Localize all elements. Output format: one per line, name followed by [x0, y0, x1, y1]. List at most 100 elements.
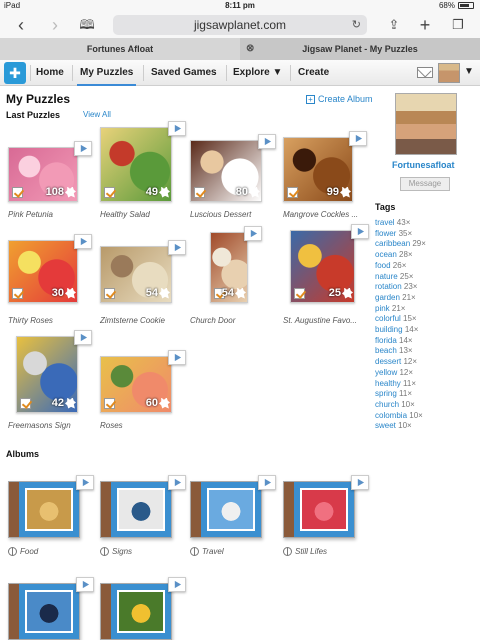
forward-icon[interactable]: ›: [44, 15, 66, 35]
tag-item[interactable]: ocean 28×: [375, 250, 413, 259]
tag-name[interactable]: spring: [375, 389, 399, 398]
tag-item[interactable]: caribbean 29×: [375, 239, 426, 248]
puzzle-title[interactable]: Healthy Salad: [100, 210, 150, 219]
tag-item[interactable]: colombia 10×: [375, 411, 423, 420]
puzzle-title[interactable]: Zimtsterne Cookie: [100, 316, 165, 325]
play-icon[interactable]: [349, 131, 367, 146]
mail-icon[interactable]: [417, 67, 433, 78]
tag-item[interactable]: healthy 11×: [375, 379, 416, 388]
album-cover[interactable]: [283, 481, 355, 538]
tag-item[interactable]: sweet 10×: [375, 421, 412, 430]
puzzle-title[interactable]: Pink Petunia: [8, 210, 53, 219]
tag-name[interactable]: caribbean: [375, 239, 412, 248]
album-cover[interactable]: [190, 481, 262, 538]
tag-name[interactable]: rotation: [375, 282, 404, 291]
message-button[interactable]: Message: [400, 177, 450, 191]
tag-name[interactable]: colorful: [375, 314, 403, 323]
album-title[interactable]: Still Lifes: [283, 547, 327, 556]
play-icon[interactable]: [168, 240, 186, 255]
tag-item[interactable]: dessert 12×: [375, 357, 417, 366]
puzzle-title[interactable]: Freemasons Sign: [8, 421, 71, 430]
tag-name[interactable]: food: [375, 261, 393, 270]
tag-item[interactable]: food 26×: [375, 261, 406, 270]
album-cover[interactable]: [8, 481, 80, 538]
tabs-icon[interactable]: ❐: [447, 15, 469, 35]
play-icon[interactable]: [74, 234, 92, 249]
tab-fortunes-afloat[interactable]: Fortunes Afloat: [0, 38, 240, 60]
tag-name[interactable]: beach: [375, 346, 399, 355]
puzzle-title[interactable]: Thirty Roses: [8, 316, 53, 325]
tag-name[interactable]: sweet: [375, 421, 398, 430]
tag-name[interactable]: travel: [375, 218, 397, 227]
profile-photo[interactable]: [395, 93, 457, 155]
tag-item[interactable]: pink 21×: [375, 304, 405, 313]
tag-name[interactable]: flower: [375, 229, 399, 238]
play-icon[interactable]: [168, 121, 186, 136]
tag-item[interactable]: colorful 15×: [375, 314, 417, 323]
album-cover[interactable]: [100, 583, 172, 640]
puzzle-title[interactable]: Church Door: [190, 316, 235, 325]
tag-name[interactable]: garden: [375, 293, 402, 302]
tag-item[interactable]: nature 25×: [375, 272, 413, 281]
create-album-link[interactable]: + Create Album: [306, 94, 373, 104]
play-icon[interactable]: [244, 226, 262, 241]
tag-item[interactable]: yellow 12×: [375, 368, 413, 377]
play-icon[interactable]: [168, 475, 186, 490]
tag-item[interactable]: beach 13×: [375, 346, 413, 355]
tag-name[interactable]: dessert: [375, 357, 403, 366]
tag-name[interactable]: florida: [375, 336, 399, 345]
tag-item[interactable]: building 14×: [375, 325, 418, 334]
nav-saved-games[interactable]: Saved Games: [151, 60, 217, 86]
reload-icon[interactable]: ↻: [352, 15, 361, 35]
play-icon[interactable]: [74, 330, 92, 345]
avatar[interactable]: [438, 63, 460, 83]
view-all-link[interactable]: View All: [83, 110, 111, 119]
nav-explore[interactable]: Explore ▼: [233, 60, 282, 86]
tag-name[interactable]: building: [375, 325, 405, 334]
play-icon[interactable]: [168, 577, 186, 592]
play-icon[interactable]: [258, 134, 276, 149]
nav-my-puzzles[interactable]: My Puzzles: [77, 60, 137, 86]
tag-item[interactable]: florida 14×: [375, 336, 413, 345]
tag-name[interactable]: ocean: [375, 250, 399, 259]
album-title[interactable]: Signs: [100, 547, 132, 556]
tag-name[interactable]: church: [375, 400, 401, 409]
chevron-down-icon[interactable]: ▼: [464, 66, 474, 77]
puzzle-title[interactable]: Mangrove Cockles ...: [283, 210, 358, 219]
tag-item[interactable]: flower 35×: [375, 229, 412, 238]
puzzle-title[interactable]: St. Augustine Favo...: [283, 316, 357, 325]
tag-item[interactable]: church 10×: [375, 400, 415, 409]
tag-name[interactable]: yellow: [375, 368, 399, 377]
album-title[interactable]: Travel: [190, 547, 224, 556]
play-icon[interactable]: [76, 577, 94, 592]
play-icon[interactable]: [168, 350, 186, 365]
play-icon[interactable]: [351, 224, 369, 239]
play-icon[interactable]: [258, 475, 276, 490]
album-cover[interactable]: [8, 583, 80, 640]
back-icon[interactable]: ‹: [10, 15, 32, 35]
tag-name[interactable]: pink: [375, 304, 392, 313]
play-icon[interactable]: [76, 475, 94, 490]
profile-username[interactable]: Fortunesafloat: [392, 160, 455, 170]
tab-my-puzzles[interactable]: ⊗ Jigsaw Planet - My Puzzles: [240, 38, 480, 60]
puzzle-title[interactable]: Roses: [100, 421, 123, 430]
share-icon[interactable]: ⇪: [383, 15, 405, 35]
tag-item[interactable]: rotation 23×: [375, 282, 417, 291]
bookmarks-icon[interactable]: 🕮: [76, 15, 98, 35]
tag-name[interactable]: healthy: [375, 379, 403, 388]
new-tab-icon[interactable]: +: [414, 15, 436, 35]
tag-item[interactable]: travel 43×: [375, 218, 410, 227]
puzzle-title[interactable]: Luscious Dessert: [190, 210, 251, 219]
play-icon[interactable]: [351, 475, 369, 490]
tag-item[interactable]: garden 21×: [375, 293, 416, 302]
tag-name[interactable]: nature: [375, 272, 400, 281]
nav-create[interactable]: Create: [298, 60, 329, 86]
album-cover[interactable]: [100, 481, 172, 538]
play-icon[interactable]: [74, 141, 92, 156]
jigsaw-logo-icon[interactable]: ✚: [4, 62, 26, 84]
close-tab-icon[interactable]: ⊗: [246, 38, 254, 60]
nav-home[interactable]: Home: [36, 60, 64, 86]
address-bar[interactable]: jigsawplanet.com ↻: [113, 15, 367, 35]
tag-name[interactable]: colombia: [375, 411, 409, 420]
tag-item[interactable]: spring 11×: [375, 389, 412, 398]
